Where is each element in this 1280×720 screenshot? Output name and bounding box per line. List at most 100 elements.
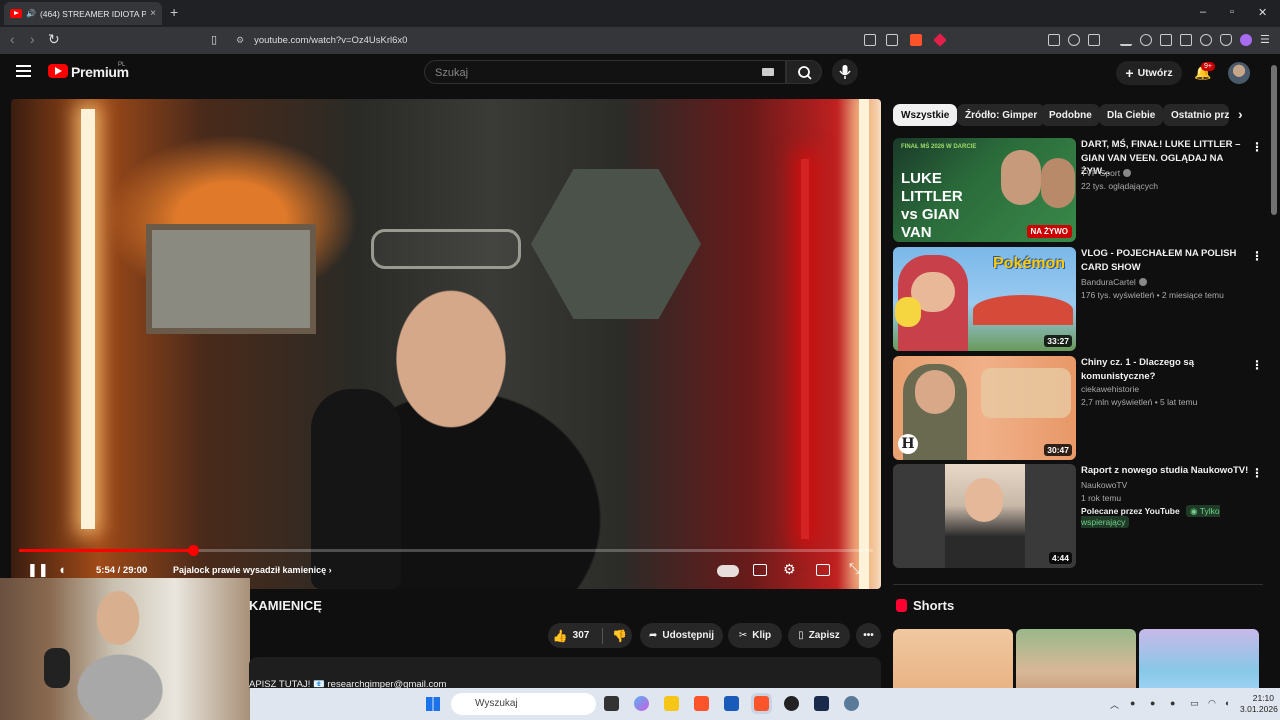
task-view-icon[interactable]: [604, 696, 619, 711]
sidebar-icon[interactable]: [1160, 34, 1172, 46]
audio-icon[interactable]: 🔊: [26, 9, 36, 18]
like-button[interactable]: 👍 307 👎: [548, 623, 632, 648]
taskbar-search-input[interactable]: Wyszukaj: [451, 693, 596, 715]
share-icon[interactable]: [886, 34, 898, 46]
brave-rewards-icon[interactable]: [933, 33, 947, 47]
brave-active-icon[interactable]: [754, 696, 769, 711]
tray-app-icon[interactable]: ●: [1130, 698, 1135, 708]
music-icon[interactable]: [1140, 34, 1152, 46]
video-thumbnail[interactable]: H 30:47: [893, 356, 1076, 460]
close-window-button[interactable]: ✕: [1258, 6, 1267, 19]
chips-next-icon[interactable]: ›: [1238, 106, 1243, 122]
video-thumbnail[interactable]: 4:44: [893, 464, 1076, 568]
channel-name[interactable]: TVP Sport: [1081, 168, 1132, 178]
save-button[interactable]: ▯ Zapisz: [788, 623, 850, 648]
leo-icon[interactable]: [1200, 34, 1212, 46]
recommendation-item[interactable]: Pokémon 33:27 VLOG - POJECHAŁEM NA POLIS…: [893, 247, 1263, 351]
recommendation-title[interactable]: VLOG - POJECHAŁEM NA POLISH CARD SHOW: [1081, 247, 1249, 274]
channel-name[interactable]: ciekawehistorie: [1081, 384, 1139, 394]
back-icon[interactable]: ‹: [10, 31, 15, 47]
wallet-icon[interactable]: [1180, 34, 1192, 46]
progress-scrubber[interactable]: [188, 545, 200, 556]
site-info-icon[interactable]: ⚙: [236, 35, 244, 46]
recommendation-item[interactable]: 4:44 Raport z nowego studia NaukowoTV! N…: [893, 464, 1263, 568]
miniplayer-icon[interactable]: [816, 564, 830, 576]
recommendation-title[interactable]: Raport z nowego studia NaukowoTV!: [1081, 464, 1249, 478]
brave-shields-icon[interactable]: [910, 34, 922, 46]
tray-mic-icon[interactable]: ●: [1170, 698, 1175, 708]
more-vertical-icon[interactable]: ⋮: [1251, 140, 1263, 154]
forward-icon[interactable]: ›: [30, 31, 35, 47]
video-player[interactable]: ❚❚ ◖ 5:54 / 29:00 Pajalock prawie wysadz…: [11, 99, 881, 589]
taskbar-clock[interactable]: 21:10 3.01.2026: [1240, 693, 1278, 715]
more-vertical-icon[interactable]: ⋮: [1251, 249, 1263, 263]
file-explorer-icon[interactable]: [664, 696, 679, 711]
menu-icon[interactable]: [16, 65, 31, 77]
tab-close-icon[interactable]: ×: [150, 8, 156, 19]
download-icon[interactable]: [1120, 34, 1132, 46]
search-input[interactable]: Szukaj: [424, 60, 786, 84]
windows-start-icon[interactable]: [426, 697, 440, 711]
profile-icon[interactable]: [1240, 34, 1252, 46]
share-button[interactable]: ➦ Udostępnij: [640, 623, 723, 648]
voice-search-button[interactable]: [832, 59, 858, 85]
search-button[interactable]: [786, 60, 822, 84]
settings-icon[interactable]: [844, 696, 859, 711]
recommendation-item[interactable]: FINAŁ MŚ 2026 W DARCIE LUKE LITTLER vs G…: [893, 138, 1263, 242]
brave-browser-icon[interactable]: [694, 696, 709, 711]
more-vertical-icon[interactable]: ⋮: [1251, 466, 1263, 480]
vpn-icon[interactable]: [1220, 34, 1232, 46]
recommendation-title[interactable]: Chiny cz. 1 - Dlaczego są komunistyczne?: [1081, 356, 1249, 383]
chip-all[interactable]: Wszystkie: [893, 104, 958, 126]
tray-app-icon[interactable]: ●: [1150, 698, 1155, 708]
volume-icon[interactable]: ◖: [58, 562, 66, 577]
channel-name[interactable]: BanduraCartel: [1081, 277, 1147, 287]
fullscreen-icon[interactable]: ⤡: [849, 560, 860, 577]
tray-network-icon[interactable]: ▭: [1190, 698, 1199, 709]
bookmark-icon[interactable]: ▯: [211, 33, 217, 46]
address-bar[interactable]: ⚙ youtube.com/watch?v=Oz4UsKrl6x0: [228, 30, 888, 51]
thumbs-down-icon[interactable]: 👎: [612, 629, 627, 643]
progress-bar[interactable]: [19, 545, 873, 556]
puzzle-icon[interactable]: [1068, 34, 1080, 46]
chip-recently-uploaded[interactable]: Ostatnio prze: [1163, 104, 1229, 126]
reload-icon[interactable]: ↻: [48, 31, 60, 48]
more-actions-button[interactable]: •••: [856, 623, 881, 648]
page-scrollbar[interactable]: [1271, 65, 1277, 215]
keyboard-icon[interactable]: [762, 68, 774, 76]
obs-icon[interactable]: [784, 696, 799, 711]
settings-gear-icon[interactable]: ⚙: [783, 561, 796, 578]
chip-source-gimper[interactable]: Źródło: Gimper: [957, 104, 1046, 126]
browser-menu-icon[interactable]: ☰: [1260, 33, 1270, 46]
subtitles-icon[interactable]: [753, 564, 767, 576]
tray-overflow-icon[interactable]: ︿: [1110, 698, 1119, 711]
restore-button[interactable]: ▫: [1230, 6, 1234, 18]
tray-wifi-icon[interactable]: ◠: [1208, 698, 1216, 709]
cast-icon[interactable]: [864, 34, 876, 46]
video-thumbnail[interactable]: Pokémon 33:27: [893, 247, 1076, 351]
steam-icon[interactable]: [814, 696, 829, 711]
clip-button[interactable]: ✂ Klip: [728, 623, 782, 648]
store-icon[interactable]: [724, 696, 739, 711]
copilot-icon[interactable]: [634, 696, 649, 711]
autoplay-toggle[interactable]: [717, 565, 739, 577]
chip-for-you[interactable]: Dla Ciebie: [1099, 104, 1164, 126]
create-button[interactable]: + Utwórz: [1116, 61, 1182, 85]
time-display: 5:54 / 29:00: [96, 565, 148, 576]
more-vertical-icon[interactable]: ⋮: [1251, 358, 1263, 372]
avatar[interactable]: [1228, 62, 1250, 84]
capture-icon[interactable]: [1088, 34, 1100, 46]
minimize-button[interactable]: –: [1200, 6, 1206, 18]
extension-icon[interactable]: [1048, 34, 1060, 46]
new-tab-button[interactable]: +: [170, 4, 178, 20]
channel-name[interactable]: NaukowoTV: [1081, 480, 1127, 490]
video-thumbnail[interactable]: FINAŁ MŚ 2026 W DARCIE LUKE LITTLER vs G…: [893, 138, 1076, 242]
tray-volume-icon[interactable]: ◖: [1224, 698, 1229, 708]
youtube-logo-icon[interactable]: [48, 64, 68, 78]
chip-related[interactable]: Podobne: [1041, 104, 1100, 126]
pause-icon[interactable]: ❚❚: [27, 562, 49, 578]
chapter-title[interactable]: Pajalock prawie wysadził kamienicę ›: [173, 565, 332, 575]
browser-tab[interactable]: 🔊 (464) STREAMER IDIOTA PRA ×: [4, 2, 162, 25]
thumbs-up-icon: 👍: [552, 628, 568, 643]
recommendation-item[interactable]: H 30:47 Chiny cz. 1 - Dlaczego są komuni…: [893, 356, 1263, 460]
